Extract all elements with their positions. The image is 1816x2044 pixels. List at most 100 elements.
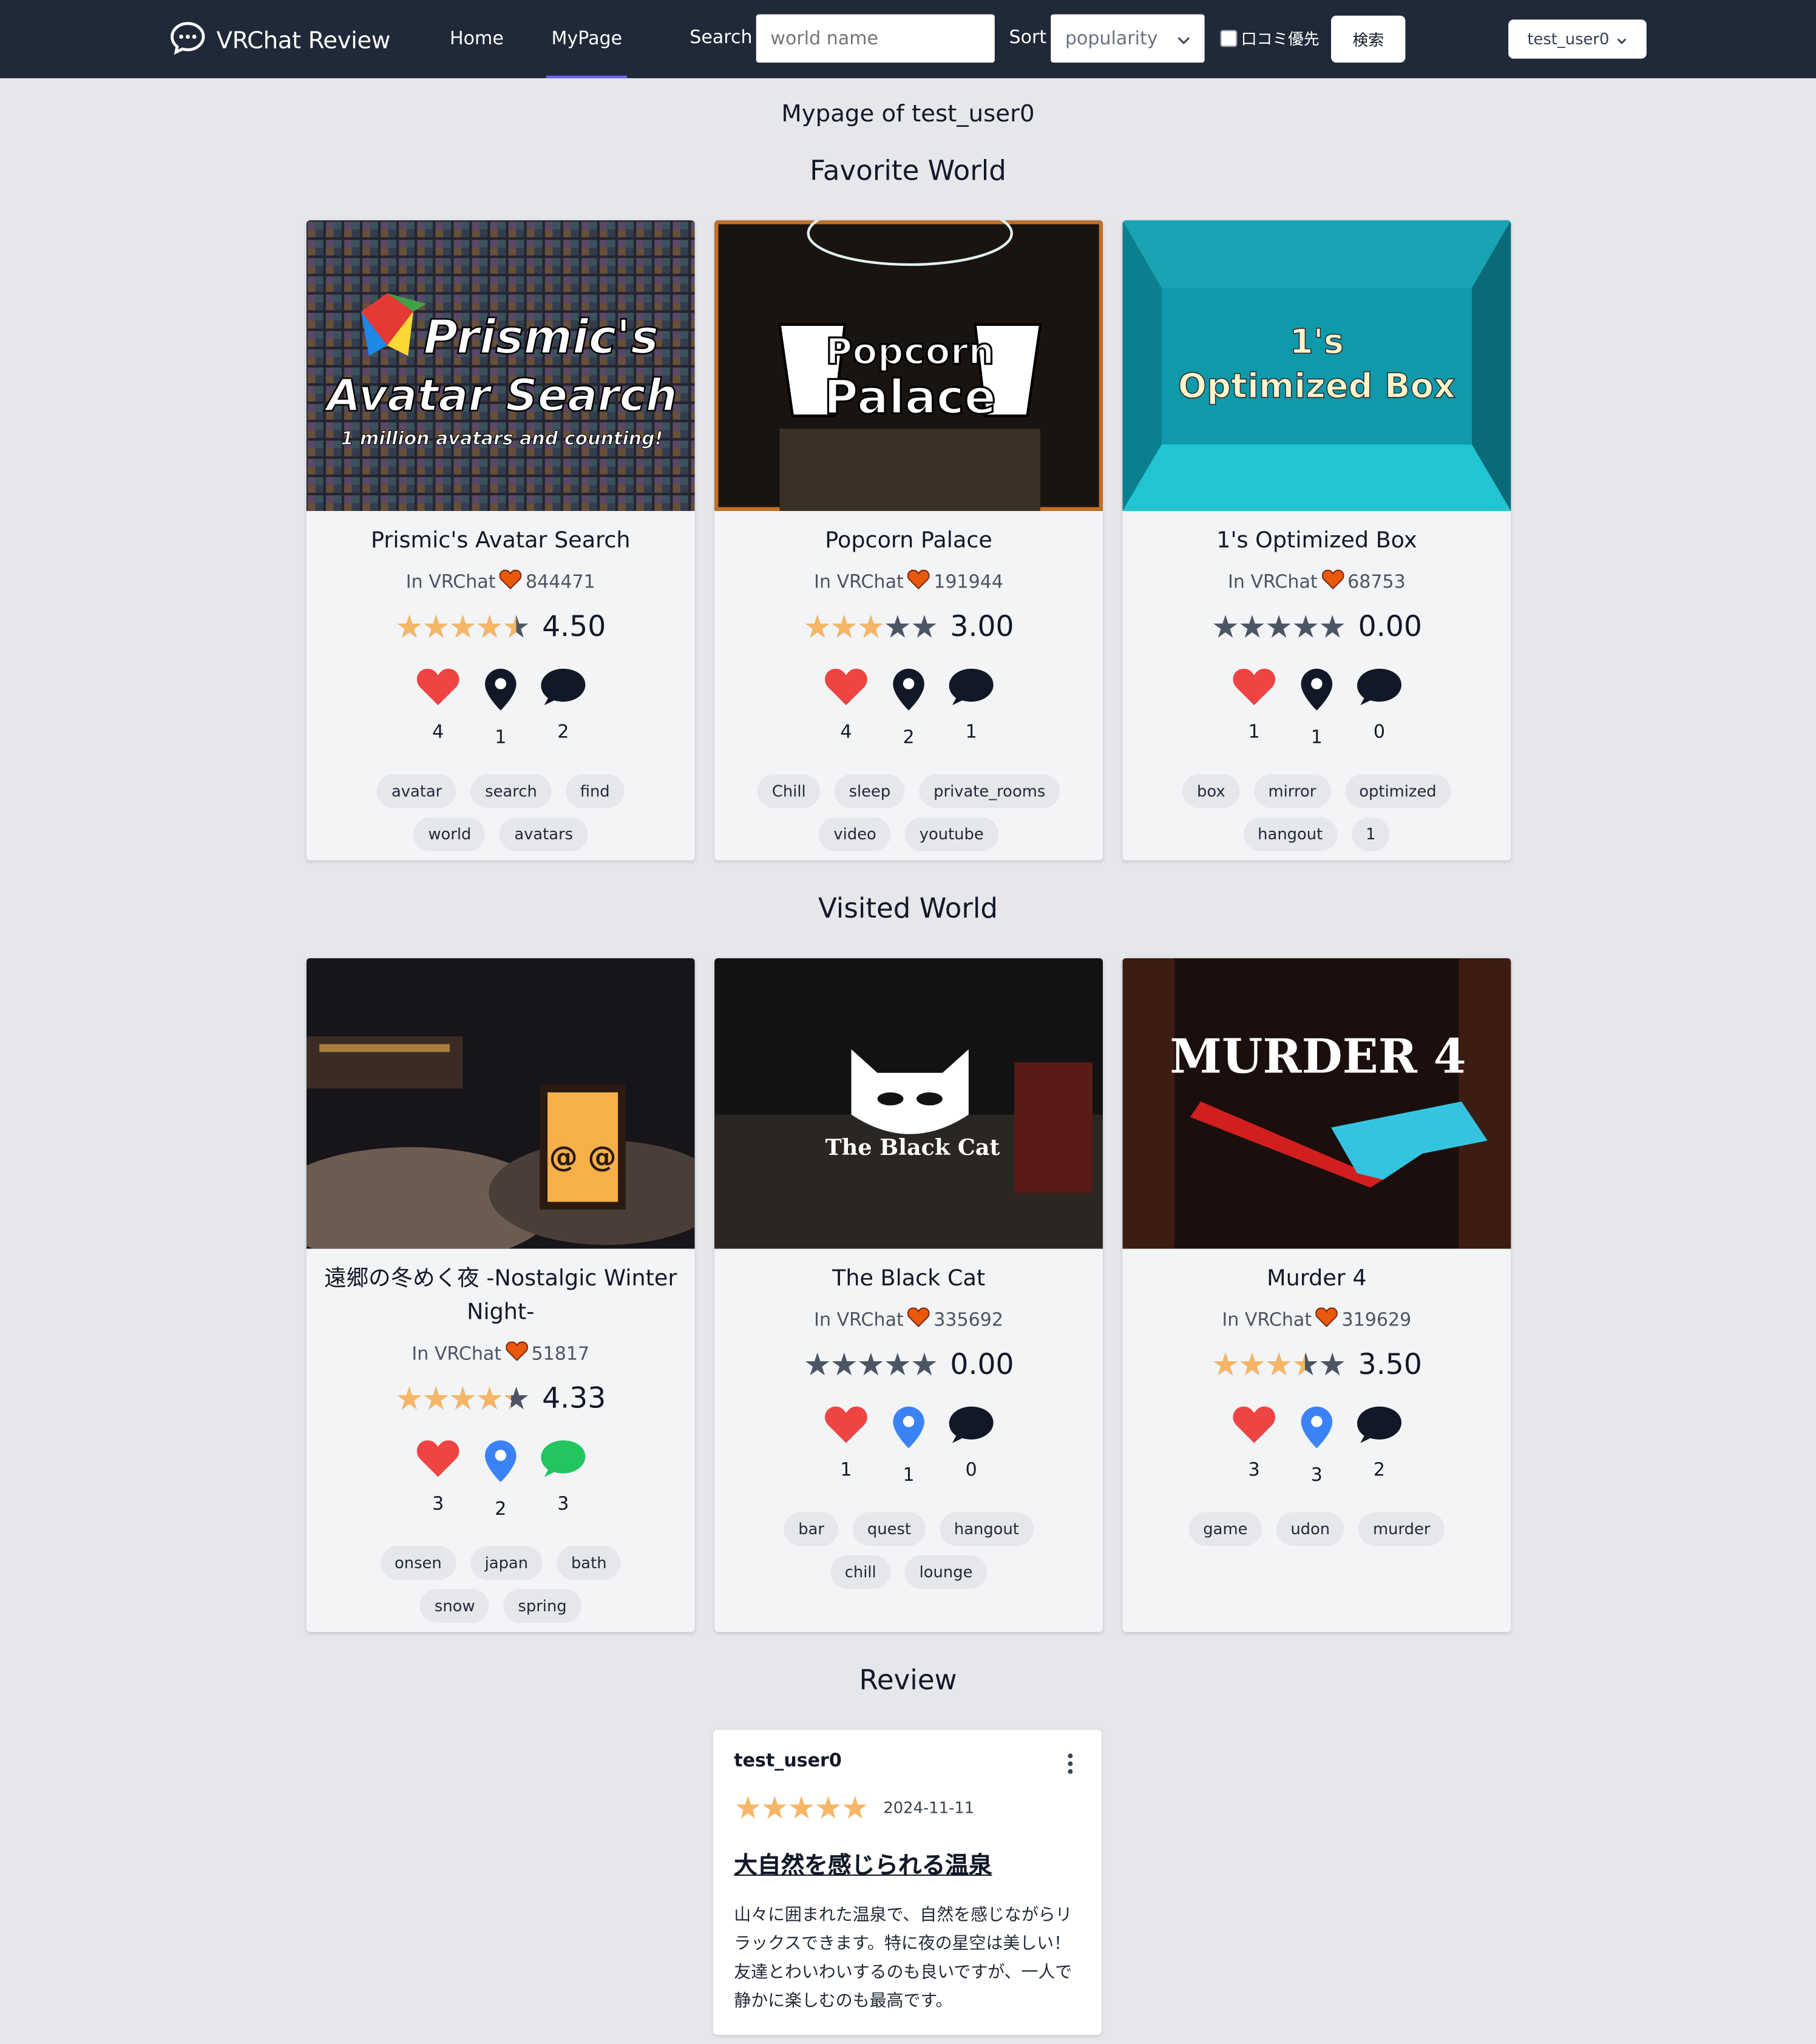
tag-chip[interactable]: chill bbox=[830, 1555, 891, 1589]
visit-stat[interactable]: 1 bbox=[481, 668, 520, 748]
world-card[interactable]: 1's Optimized Box 1's Optimized Box In V… bbox=[1122, 220, 1511, 861]
nav-mypage-link[interactable]: MyPage bbox=[546, 29, 628, 78]
tag-chip[interactable]: sleep bbox=[834, 774, 905, 808]
user-menu-button[interactable]: test_user0 bbox=[1508, 19, 1647, 59]
tag-chip[interactable]: lounge bbox=[904, 1555, 988, 1589]
tag-chip[interactable]: avatar bbox=[377, 774, 456, 808]
nav-home-link[interactable]: Home bbox=[450, 29, 504, 49]
visit-stat[interactable]: 2 bbox=[481, 1439, 520, 1520]
tag-chip[interactable]: box bbox=[1182, 774, 1240, 808]
heart-icon[interactable] bbox=[824, 1405, 868, 1449]
world-thumbnail[interactable]: The Black Cat bbox=[714, 958, 1103, 1249]
tag-chip[interactable]: Chill bbox=[757, 774, 821, 808]
tag-chip[interactable]: find bbox=[566, 774, 625, 808]
comment-icon[interactable] bbox=[1356, 1405, 1403, 1449]
tag-chip[interactable]: quest bbox=[853, 1512, 926, 1546]
world-thumbnail[interactable]: Popcorn Palace bbox=[714, 220, 1103, 511]
sort-select[interactable]: popularity bbox=[1051, 14, 1205, 63]
map-pin-icon[interactable] bbox=[892, 668, 926, 717]
comment-icon[interactable] bbox=[948, 668, 995, 712]
world-title[interactable]: 遠郷の冬めく夜 -Nostalgic Winter Night- bbox=[307, 1262, 695, 1330]
map-pin-icon[interactable] bbox=[892, 1405, 926, 1455]
tag-chip[interactable]: murder bbox=[1358, 1512, 1445, 1546]
comment-stat[interactable]: 2 bbox=[1357, 1405, 1401, 1486]
world-thumbnail[interactable]: 1's Optimized Box bbox=[1122, 220, 1511, 511]
world-card[interactable]: MURDER 4 Murder 4 In VRChat 319629 ★★★★★… bbox=[1122, 958, 1511, 1633]
comment-icon[interactable] bbox=[948, 1405, 995, 1449]
comment-stat[interactable]: 3 bbox=[541, 1439, 586, 1520]
tag-chip[interactable]: hangout bbox=[940, 1512, 1034, 1546]
tag-chip[interactable]: world bbox=[413, 817, 486, 851]
map-pin-icon[interactable] bbox=[1299, 668, 1333, 717]
comment-icon[interactable] bbox=[540, 668, 586, 712]
world-meta: In VRChat 335692 bbox=[714, 1307, 1103, 1332]
comment-stat[interactable]: 0 bbox=[1357, 668, 1401, 748]
world-thumbnail[interactable]: Prismic's Avatar Search 1 million avatar… bbox=[306, 220, 695, 511]
tag-chip[interactable]: mirror bbox=[1253, 774, 1330, 808]
search-button[interactable]: 検索 bbox=[1331, 15, 1406, 63]
like-stat[interactable]: 3 bbox=[416, 1439, 460, 1520]
like-stat[interactable]: 1 bbox=[824, 1405, 868, 1486]
comment-icon[interactable] bbox=[1356, 668, 1403, 712]
tag-chip[interactable]: video bbox=[819, 817, 891, 851]
world-title[interactable]: 1's Optimized Box bbox=[1122, 524, 1511, 558]
like-stat[interactable]: 3 bbox=[1232, 1405, 1276, 1486]
vrchat-heart-icon bbox=[1321, 569, 1344, 595]
visit-stat[interactable]: 1 bbox=[889, 1405, 928, 1486]
world-thumbnail[interactable]: @ @ bbox=[306, 958, 695, 1249]
heart-icon[interactable] bbox=[824, 668, 868, 712]
review-title-link[interactable]: 大自然を感じられる温泉 bbox=[734, 1847, 1080, 1881]
map-pin-icon[interactable] bbox=[1299, 1405, 1333, 1455]
review-author[interactable]: test_user0 bbox=[734, 1751, 1080, 1772]
world-card[interactable]: The Black Cat The Black Cat In VRChat 33… bbox=[714, 958, 1103, 1633]
tag-chip[interactable]: search bbox=[470, 774, 552, 808]
world-title[interactable]: Popcorn Palace bbox=[714, 524, 1103, 558]
world-title[interactable]: Murder 4 bbox=[1122, 1262, 1511, 1296]
tag-chip[interactable]: 1 bbox=[1351, 817, 1391, 851]
more-vertical-icon[interactable] bbox=[1068, 1753, 1073, 1779]
comment-stat[interactable]: 1 bbox=[949, 668, 994, 748]
tag-chip[interactable]: onsen bbox=[380, 1546, 456, 1580]
world-card[interactable]: Prismic's Avatar Search 1 million avatar… bbox=[306, 220, 695, 861]
like-stat[interactable]: 1 bbox=[1232, 668, 1276, 748]
tag-chip[interactable]: private_rooms bbox=[919, 774, 1060, 808]
tag-chip[interactable]: game bbox=[1188, 1512, 1262, 1546]
like-count: 3 bbox=[432, 1494, 444, 1515]
heart-icon[interactable] bbox=[1232, 668, 1276, 712]
map-pin-icon[interactable] bbox=[484, 1439, 518, 1489]
visit-stat[interactable]: 1 bbox=[1297, 668, 1336, 748]
vrchat-heart-icon bbox=[505, 1341, 528, 1366]
comment-count: 1 bbox=[965, 722, 977, 743]
visit-stat[interactable]: 3 bbox=[1297, 1405, 1336, 1486]
world-card[interactable]: @ @ 遠郷の冬めく夜 -Nostalgic Winter Night- In … bbox=[306, 958, 695, 1633]
world-card[interactable]: Popcorn Palace Popcorn Palace In VRChat … bbox=[714, 220, 1103, 861]
like-stat[interactable]: 4 bbox=[824, 668, 868, 748]
tag-chip[interactable]: hangout bbox=[1243, 817, 1337, 851]
world-title[interactable]: Prismic's Avatar Search bbox=[307, 524, 695, 558]
tag-chip[interactable]: bar bbox=[784, 1512, 839, 1546]
heart-icon[interactable] bbox=[1232, 1405, 1276, 1449]
tag-chip[interactable]: youtube bbox=[905, 817, 998, 851]
comment-stat[interactable]: 0 bbox=[949, 1405, 994, 1486]
review-priority-checkbox[interactable]: 口コミ優先 bbox=[1220, 27, 1320, 50]
tag-chip[interactable]: spring bbox=[503, 1589, 581, 1623]
world-search-input[interactable] bbox=[756, 14, 995, 63]
tag-chip[interactable]: snow bbox=[420, 1589, 490, 1623]
heart-icon[interactable] bbox=[416, 1439, 460, 1483]
world-title[interactable]: The Black Cat bbox=[714, 1262, 1103, 1296]
tag-chip[interactable]: bath bbox=[557, 1546, 622, 1580]
brand[interactable]: VRChat Review bbox=[169, 21, 390, 59]
visit-stat[interactable]: 2 bbox=[889, 668, 928, 748]
world-thumbnail[interactable]: MURDER 4 bbox=[1122, 958, 1511, 1249]
heart-icon[interactable] bbox=[416, 668, 460, 712]
like-stat[interactable]: 4 bbox=[416, 668, 460, 748]
checkbox-box[interactable] bbox=[1220, 30, 1238, 47]
comment-icon[interactable] bbox=[540, 1439, 586, 1483]
rating-stars: ★★★★★★★★★★ bbox=[395, 609, 530, 646]
tag-chip[interactable]: japan bbox=[470, 1546, 543, 1580]
tag-chip[interactable]: optimized bbox=[1344, 774, 1451, 808]
map-pin-icon[interactable] bbox=[484, 668, 518, 717]
tag-chip[interactable]: udon bbox=[1276, 1512, 1344, 1546]
tag-chip[interactable]: avatars bbox=[500, 817, 588, 851]
comment-stat[interactable]: 2 bbox=[541, 668, 586, 748]
